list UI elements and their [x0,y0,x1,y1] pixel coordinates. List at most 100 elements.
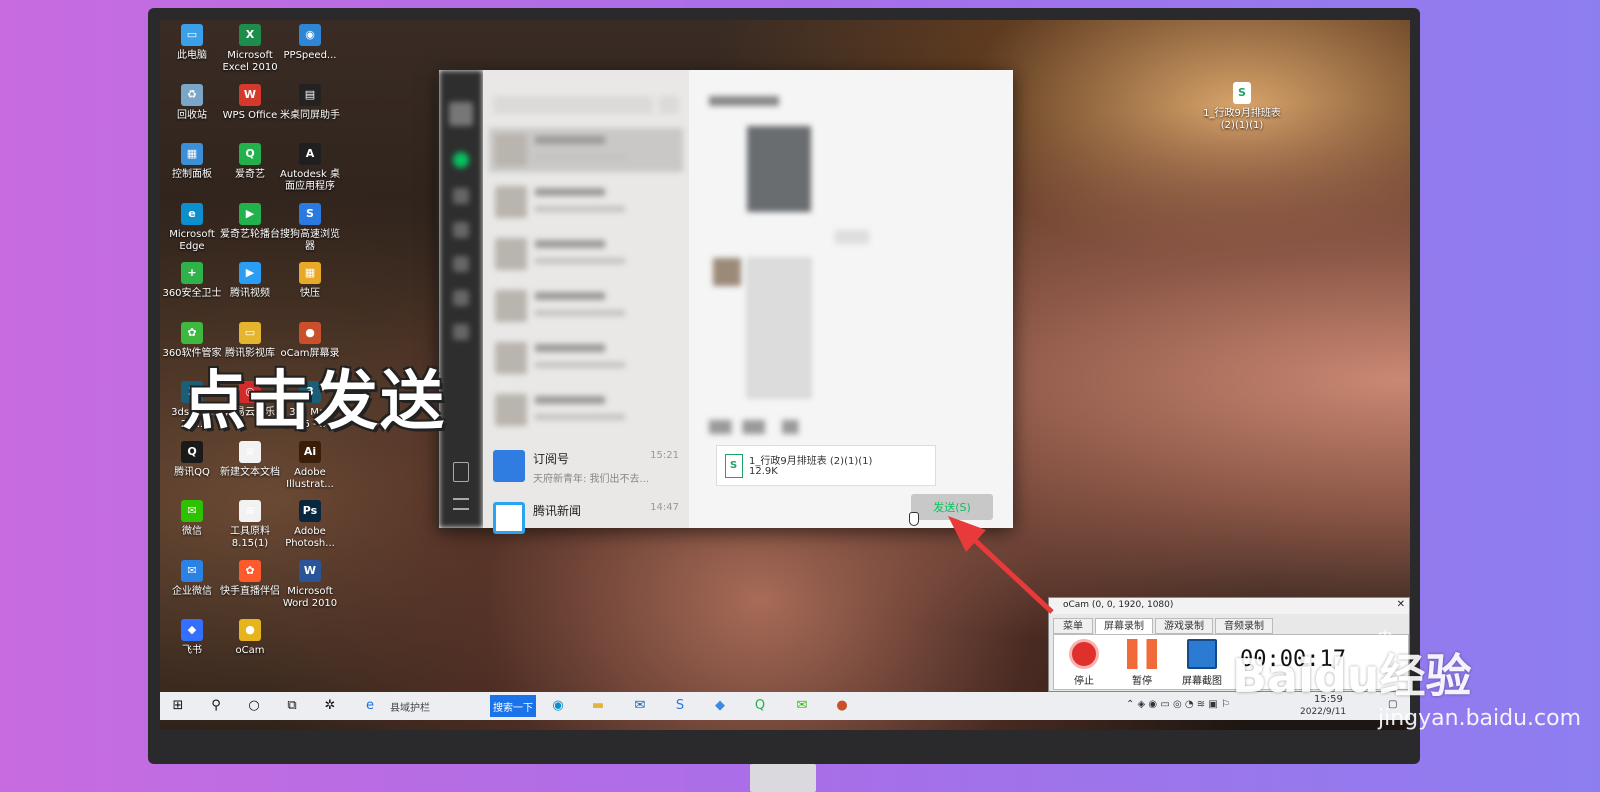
desktop-icon-label: Adobe Photosh... [285,526,335,549]
subscription-time: 15:21 [650,450,679,461]
mail-icon[interactable]: ✉ [630,696,650,716]
edge-icon[interactable]: ◉ [548,696,568,716]
ocam-title-bar[interactable]: oCam (0, 0, 1920, 1080) ✕ [1049,598,1409,614]
desktop-icon[interactable]: ◆ 飞书 [160,619,224,657]
desktop-file-label: 1_行政9月排班表 (2)(1)(1) [1203,108,1281,131]
desktop-icon[interactable]: ▭ 此电脑 [160,24,224,62]
desktop-icon[interactable]: Q 爱奇艺 [218,143,282,181]
desktop-icon[interactable]: S 搜狗高速浏览器 [278,202,342,253]
pause-button[interactable]: 暂停 [1118,639,1166,687]
tray-icons[interactable]: ⌃ ◈ ◉ ▭ ◎ ◔ ≋ ▣ ⚐ [1126,699,1230,710]
chat-list-item[interactable] [489,336,683,380]
desktop-icon-label: Microsoft Excel 2010 [222,50,278,73]
desktop-icon[interactable]: ▦ 快压 [278,262,342,300]
iqiyi-icon[interactable]: Q [750,696,770,716]
desktop-file-icon[interactable]: S 1_行政9月排班表 (2)(1)(1) [1202,82,1282,132]
clock-date[interactable]: 2022/9/11 [1300,707,1346,717]
desktop-icon[interactable]: ▤ 米桌同屏助手 [278,83,342,122]
screenshot-message[interactable] [747,258,811,398]
app-icon: ▶ [239,262,261,284]
close-icon[interactable]: ✕ [1397,599,1405,610]
wechat-nav-bar [439,70,483,528]
app-icon: ▶ [239,202,261,225]
chat-list-item[interactable] [489,180,683,224]
app-icon[interactable]: ✲ [320,696,340,716]
file-size: 12.9K [749,466,778,477]
desktop-icon[interactable]: ▦ 控制面板 [160,143,224,181]
news-time: 14:47 [650,502,679,513]
desktop-icon[interactable]: W WPS Office [218,83,282,122]
task-view-icon[interactable]: ⧉ [282,696,302,716]
send-button[interactable]: 发送(S) [911,494,993,520]
desktop-icon-label: 爱奇艺 [235,169,265,180]
app-icon: ● [299,321,321,344]
windows-start-icon[interactable]: ⊞ [168,696,188,716]
taskbar: ⊞ ⚲ ○ ⧉ ✲ e 县域护栏 搜索一下 ◉ ▬ ✉ S ◆ Q ✉ ● ⌃ … [160,692,1410,720]
search-icon[interactable]: ⚲ [206,696,226,716]
desktop-icon[interactable]: Q 腾讯QQ [160,440,224,479]
file-attachment[interactable]: 1_行政9月排班表 (2)(1)(1) 12.9K [716,445,936,486]
desktop-icon-label: WPS Office [222,109,278,121]
desktop-icon[interactable]: ▶ 腾讯视频 [218,262,282,300]
wechat-taskbar-icon[interactable]: ✉ [792,696,812,716]
app-icon: ✉ [181,559,203,582]
baidu-watermark: Baidu经验 [1232,649,1472,703]
tab-game-record[interactable]: 游戏录制 [1155,618,1213,634]
desktop-icon-label: 腾讯视频 [230,288,270,299]
chat-list-item[interactable] [489,388,683,432]
desktop-icon[interactable]: ≡ 工具原料 8.15(1) [218,500,282,550]
chat-search-input[interactable] [493,96,653,114]
chat-list-item[interactable] [489,232,683,276]
desktop-icon[interactable]: ✿ 快手直播伴侣 [218,559,282,598]
chat-list-item[interactable] [489,284,683,328]
app-icon: ◆ [181,619,203,641]
desktop-icon[interactable]: e Microsoft Edge [160,202,224,253]
subscription-preview: 天府新青年: 我们出不去... [533,474,650,485]
desktop-icon[interactable]: ♻ 回收站 [160,83,224,122]
desktop-icon[interactable]: Ai Adobe Illustrat... [278,440,342,491]
desktop-icon[interactable]: ● oCam [218,619,282,657]
desktop-icon[interactable]: +360安全卫士 [160,262,224,300]
desktop-icon[interactable]: ◉ PPSpeed... [278,24,342,62]
search-button[interactable]: 搜索一下 [490,695,536,717]
stop-button[interactable]: 停止 [1060,639,1108,687]
phone-icon[interactable] [453,462,469,482]
image-message[interactable] [747,126,811,212]
pause-label: 暂停 [1132,676,1152,687]
ie-icon[interactable]: e [360,696,380,716]
desktop-icon[interactable]: ✉ 企业微信 [160,559,224,598]
monitor-icon [1187,639,1217,669]
desktop-icon[interactable]: ▶ 爱奇艺轮播台 [218,202,282,241]
monitor-stand [750,764,816,792]
app-icon: W [239,83,261,106]
ocam-taskbar-icon[interactable]: ● [832,696,852,716]
tab-screen-record[interactable]: 屏幕录制 [1095,618,1153,634]
desktop-icon[interactable]: A Autodesk 桌面应用程序 [278,143,342,193]
tab-audio-record[interactable]: 音频录制 [1215,618,1273,634]
cortana-icon[interactable]: ○ [244,696,264,716]
wechat-window: 订阅号 天府新青年: 我们出不去... 15:21 腾讯新闻 14:47 1_行… [439,70,1013,534]
menu-icon[interactable] [453,498,469,510]
tab-menu[interactable]: 菜单 [1053,618,1093,634]
screenshot-button[interactable]: 屏幕截图 [1178,639,1226,687]
desktop-icon[interactable]: ≡ 新建文本文档 [218,440,282,479]
folder-icon[interactable]: ▬ [588,696,608,716]
desktop-icon[interactable]: ✉ 微信 [160,500,224,538]
add-chat-button[interactable] [659,96,679,114]
stop-icon [1069,639,1099,669]
app-icon: ≡ [239,500,261,522]
desktop-icon[interactable]: X Microsoft Excel 2010 [218,24,282,74]
app-icon: ▤ [299,83,321,106]
spreadsheet-file-icon: S [1233,82,1251,104]
chat-list-item[interactable] [489,128,683,172]
desktop-icon[interactable]: Ps Adobe Photosh... [278,500,342,550]
news-chat-item[interactable]: 腾讯新闻 14:47 [483,492,689,534]
feishu-icon[interactable]: ◆ [710,696,730,716]
desktop-icon[interactable]: W Microsoft Word 2010 [278,559,342,610]
desktop-icon-label: 微信 [182,526,202,537]
browser-search-text[interactable]: 县域护栏 [390,699,430,714]
cursor-icon [909,512,919,526]
desktop-icon-label: Autodesk 桌面应用程序 [280,169,340,192]
subscription-chat-item[interactable]: 订阅号 天府新青年: 我们出不去... 15:21 [483,440,689,492]
sogou-browser-icon[interactable]: S [670,696,690,716]
